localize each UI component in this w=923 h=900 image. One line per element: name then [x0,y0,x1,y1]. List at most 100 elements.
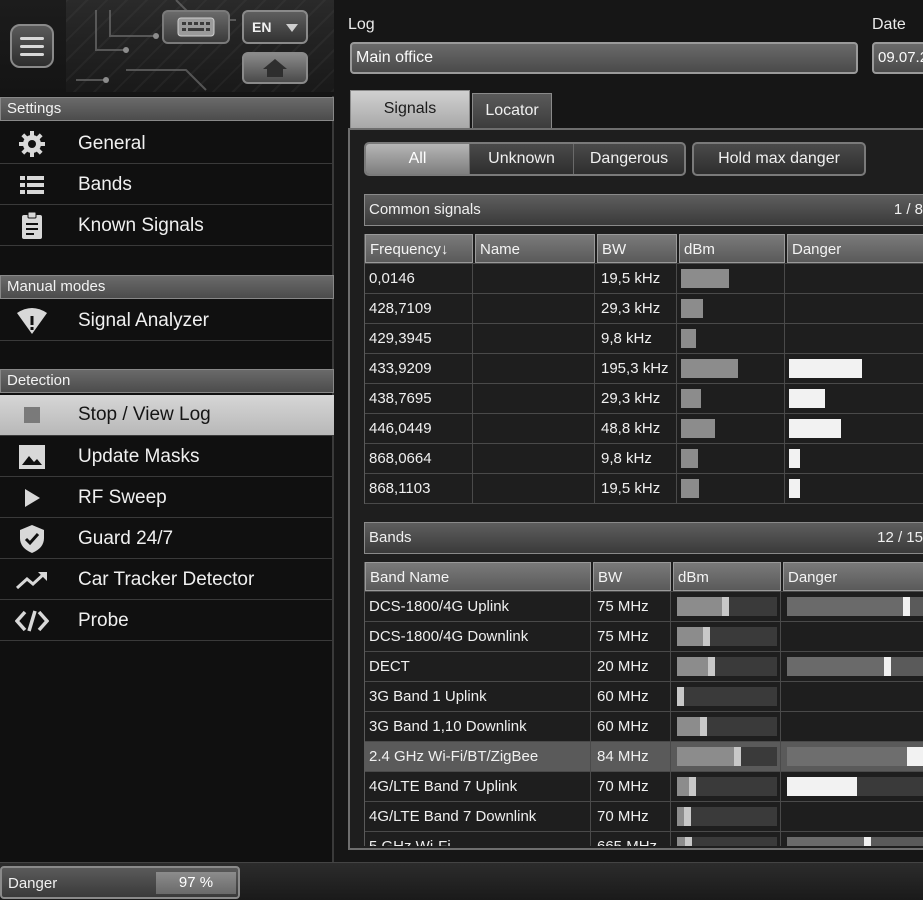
dbm-bar [677,747,777,766]
filter-unknown-button[interactable]: Unknown [470,144,574,174]
table-row[interactable]: 868,1103 19,5 kHz [365,474,923,504]
menu-item-stop-view-log[interactable]: Stop / View Log [0,395,334,436]
menu-item-general[interactable]: General [0,124,334,164]
filter-dangerous-button[interactable]: Dangerous [574,144,684,174]
table-row[interactable]: 3G Band 1,10 Downlink 60 MHz [365,712,923,742]
keyboard-button[interactable] [162,10,230,44]
dbm-bar-tip [685,837,692,846]
column-header-bw[interactable]: BW [593,562,671,591]
name-cell [475,414,595,443]
menu-item-signal-analyzer[interactable]: Signal Analyzer [0,301,334,341]
band-name-cell: 3G Band 1 Uplink [365,682,591,711]
table-row[interactable]: 428,7109 29,3 kHz [365,294,923,324]
column-header-band-name[interactable]: Band Name [365,562,591,591]
date-caption: Date [872,16,906,33]
danger-cell [787,324,923,353]
bw-cell: 84 MHz [593,742,671,771]
home-icon [263,59,287,77]
bw-cell: 665 MHz [593,832,671,846]
menu-item-car-tracker-detector[interactable]: Car Tracker Detector [0,560,334,600]
bw-cell: 70 MHz [593,802,671,831]
dbm-bar [681,389,701,408]
column-header-dbm[interactable]: dBm [679,234,785,263]
column-header-danger[interactable]: Danger [787,234,923,263]
dbm-bar-tip [700,717,707,736]
bw-cell: 9,8 kHz [597,324,677,353]
play-icon [0,478,64,518]
dbm-bar-tip [734,747,741,766]
frequency-cell: 438,7695 [365,384,473,413]
dbm-cell [673,742,781,771]
menu-item-rf-sweep[interactable]: RF Sweep [0,478,334,518]
menu-item-guard-24-7[interactable]: Guard 24/7 [0,519,334,559]
tab-locator[interactable]: Locator [472,93,552,128]
home-button[interactable] [242,52,308,84]
clipboard-icon [0,206,64,246]
filter-all-button[interactable]: All [366,144,470,174]
table-row[interactable]: 4G/LTE Band 7 Downlink 70 MHz [365,802,923,832]
danger-bar-tip [907,747,923,766]
bw-cell: 75 MHz [593,592,671,621]
language-select[interactable]: EN [242,10,308,44]
band-name-cell: DCS-1800/4G Downlink [365,622,591,651]
danger-indicator: Danger 97 % [0,866,240,899]
dbm-cell [673,712,781,741]
dbm-cell [679,474,785,503]
table-row[interactable]: 3G Band 1 Uplink 60 MHz [365,682,923,712]
bw-cell: 29,3 kHz [597,294,677,323]
danger-cell [787,444,923,473]
table-row[interactable]: 2.4 GHz Wi-Fi/BT/ZigBee 84 MHz [365,742,923,772]
menu-item-probe[interactable]: Probe [0,601,334,641]
table-row[interactable]: 438,7695 29,3 kHz [365,384,923,414]
dbm-bar [681,419,715,438]
bw-cell: 70 MHz [593,772,671,801]
column-header-name[interactable]: Name [475,234,595,263]
common-signals-header[interactable]: Common signals 1 / 8 [364,194,923,226]
log-caption: Log [348,16,375,33]
table-row[interactable]: DECT 20 MHz [365,652,923,682]
table-row[interactable]: 868,0664 9,8 kHz [365,444,923,474]
danger-bar-tip [864,837,871,846]
table-row[interactable]: 0,0146 19,5 kHz [365,264,923,294]
column-header-danger[interactable]: Danger [783,562,923,591]
section-header-manual-modes: Manual modes [0,275,334,299]
bands-header[interactable]: Bands 12 / 15 [364,522,923,554]
table-row[interactable]: 5 GHz Wi-Fi665 MHz [365,832,923,846]
tab-signals[interactable]: Signals [350,90,470,128]
name-cell [475,294,595,323]
column-header-bw[interactable]: BW [597,234,677,263]
dbm-bar [681,269,729,288]
danger-bar [787,657,923,676]
hold-max-danger-button[interactable]: Hold max danger [692,142,866,176]
menu-item-update-masks[interactable]: Update Masks [0,437,334,477]
log-select[interactable]: Main office [350,42,858,74]
danger-bar [787,837,923,846]
hamburger-menu-button[interactable] [10,24,54,68]
name-cell [475,384,595,413]
name-cell [475,324,595,353]
table-row[interactable]: DCS-1800/4G Downlink 75 MHz [365,622,923,652]
table-row[interactable]: 446,0449 48,8 kHz [365,414,923,444]
status-bar: Danger 97 % [0,862,923,900]
dbm-bar [681,329,696,348]
table-row[interactable]: 429,3945 9,8 kHz [365,324,923,354]
danger-cell [787,264,923,293]
table-row[interactable]: DCS-1800/4G Uplink 75 MHz [365,592,923,622]
dbm-bar-tip [722,597,729,616]
menu-item-bands[interactable]: Bands [0,165,334,205]
danger-cell [787,474,923,503]
column-header-frequency[interactable]: Frequency↓ [365,234,473,263]
dbm-cell [673,592,781,621]
common-signals-count: 1 / 8 [893,201,923,218]
date-field[interactable]: 09.07.2 [872,42,923,74]
table-row[interactable]: 4G/LTE Band 7 Uplink 70 MHz [365,772,923,802]
table-row[interactable]: 433,9209 195,3 kHz [365,354,923,384]
wifi-warning-icon [0,301,64,341]
dbm-bar [677,657,777,676]
menu-item-known-signals[interactable]: Known Signals [0,206,334,246]
common-signals-table: Frequency↓ Name BW dBm Danger 0,0146 19,5… [364,234,923,504]
dbm-bar-tip [677,687,684,706]
danger-bar-fill [787,777,857,796]
menu-label: RF Sweep [78,486,167,508]
column-header-dbm[interactable]: dBm [673,562,781,591]
